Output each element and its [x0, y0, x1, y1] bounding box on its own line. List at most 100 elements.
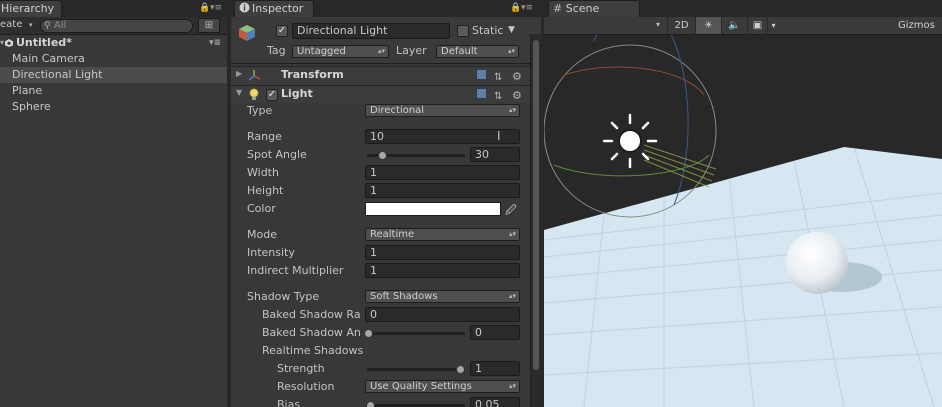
prop-label: Bias [277, 398, 301, 407]
create-dropdown[interactable]: eate [0, 19, 22, 30]
mode-dropdown[interactable]: Realtime ▴▾ [365, 228, 520, 241]
hierarchy-search-input[interactable]: ⚲ All [40, 19, 193, 33]
effects-dropdown-arrow-icon[interactable]: ▾ [767, 17, 779, 34]
scene-viewport[interactable] [544, 0, 942, 407]
tag-value: Untagged [297, 46, 346, 57]
preset-sliders-icon[interactable]: ⇅ [494, 73, 505, 84]
hierarchy-toolbar: eate ▾ ⚲ All ⊞ [0, 17, 227, 35]
scene-panel: # Scene ▾ 2D ☀ 🔈 ▣ ▾ Gizmos [544, 0, 942, 407]
prop-bias: Bias 0.05 [231, 396, 541, 407]
scene-audio-icon[interactable]: 🔈 [721, 17, 747, 34]
strength-slider-track[interactable] [367, 368, 465, 371]
prop-label: Intensity [247, 246, 295, 259]
layer-label: Layer [396, 44, 427, 57]
inspector-panel: Inspector 🔒 ▾≡ ✓ Directional Light Stati… [231, 0, 541, 407]
prop-label: Baked Shadow Ra [262, 308, 361, 321]
layer-value: Default [441, 46, 478, 57]
tag-label: Tag [267, 44, 286, 57]
toggle-2d-button[interactable]: 2D [667, 17, 695, 34]
scene-lighting-sun-icon[interactable]: ☀ [695, 17, 721, 34]
prop-shadow-type: Shadow Type Soft Shadows ▴▾ [231, 288, 541, 306]
color-swatch[interactable] [365, 202, 501, 216]
prop-indirect-multiplier: Indirect Multiplier 1 [231, 262, 541, 280]
bias-slider-handle[interactable] [366, 401, 375, 407]
static-checkbox[interactable] [457, 25, 469, 37]
prop-label: Range [247, 130, 282, 143]
ground-plane [544, 147, 942, 407]
gear-icon[interactable]: ⚙ [512, 90, 523, 102]
active-checkbox[interactable]: ✓ [276, 25, 288, 37]
prop-intensity: Intensity 1 [231, 244, 541, 262]
sun-icon [602, 113, 658, 169]
prop-label: Indirect Multiplier [247, 264, 344, 277]
baked-shadow-angle-slider-handle[interactable] [364, 329, 373, 338]
light-label: Light [281, 87, 313, 100]
fold-arrow-icon[interactable]: ▶ [236, 69, 242, 78]
eyedropper-icon[interactable]: 🖉 [505, 202, 517, 221]
dropdown-arrows-icon: ▴▾ [377, 47, 385, 55]
scrollbar-thumb[interactable] [533, 40, 539, 370]
prop-height: Height 1 [231, 182, 541, 200]
help-book-icon[interactable] [476, 69, 487, 80]
fold-arrow-icon[interactable]: ▼ [236, 88, 242, 97]
hierarchy-item-directional-light[interactable]: Directional Light [0, 67, 227, 83]
inspector-tabstrip: Inspector 🔒 ▾≡ [231, 0, 541, 17]
scene-fold-arrow-icon[interactable]: ▾ [0, 35, 4, 51]
static-dropdown-arrow-icon[interactable]: ▼ [508, 25, 515, 35]
layer-dropdown[interactable]: Default ▴▾ [436, 45, 519, 58]
prop-label: Resolution [277, 380, 335, 393]
prop-width: Width 1 [231, 164, 541, 182]
bias-field[interactable]: 0.05 [470, 397, 520, 407]
transform-axes-icon [248, 70, 261, 81]
help-book-icon[interactable] [476, 88, 487, 99]
spot-angle-field[interactable]: 30 [470, 147, 520, 162]
panel-menu-icon[interactable]: ▾≡ [521, 3, 533, 13]
scene-name: Untitled* [16, 36, 72, 49]
light-component-header[interactable]: ▼ ✓ Light ⇅ ⚙ [231, 85, 541, 103]
strength-field[interactable]: 1 [470, 361, 520, 376]
prop-strength: Strength 1 [231, 360, 541, 378]
inspector-tab-label: Inspector [252, 2, 304, 15]
object-header: ✓ Directional Light Static ▼ Tag Untagge… [231, 17, 541, 64]
dropdown-arrows-icon: ▴▾ [508, 230, 516, 238]
gizmos-dropdown[interactable]: Gizmos [894, 17, 942, 34]
type-dropdown[interactable]: Directional ▴▾ [365, 104, 520, 117]
scene-effects-icon[interactable]: ▣ [747, 17, 767, 34]
hierarchy-item-label: Directional Light [12, 68, 103, 81]
shading-mode-arrow-icon[interactable]: ▾ [656, 20, 660, 29]
intensity-field[interactable]: 1 [365, 245, 520, 260]
indirect-multiplier-field[interactable]: 1 [365, 263, 520, 278]
gear-icon[interactable]: ⚙ [512, 71, 523, 83]
shadow-type-dropdown[interactable]: Soft Shadows ▴▾ [365, 290, 520, 303]
baked-shadow-angle-slider-track[interactable] [367, 332, 465, 335]
transform-component-header[interactable]: ▶ Transform ⇅ ⚙ [231, 66, 541, 84]
scene-filter-icon[interactable]: ⊞ [198, 18, 220, 33]
hierarchy-item-sphere[interactable]: Sphere [0, 99, 227, 115]
tab-hierarchy[interactable]: Hierarchy [0, 0, 62, 17]
tag-dropdown[interactable]: Untagged ▴▾ [292, 45, 389, 58]
search-icon: ⚲ [44, 21, 51, 31]
prop-label: Width [247, 166, 279, 179]
inspector-scrollbar[interactable] [530, 34, 541, 407]
create-dropdown-arrow-icon[interactable]: ▾ [29, 21, 33, 29]
baked-shadow-angle-field[interactable]: 0 [470, 325, 520, 340]
scene-row[interactable]: ▾ Untitled* ▾≡ [0, 35, 227, 51]
baked-shadow-radius-field[interactable]: 0 [365, 307, 520, 322]
object-name-field[interactable]: Directional Light [292, 23, 450, 39]
width-field[interactable]: 1 [365, 165, 520, 180]
panel-menu-icon[interactable]: ▾≡ [210, 3, 222, 13]
tab-inspector[interactable]: Inspector [234, 0, 314, 17]
hierarchy-item-main-camera[interactable]: Main Camera [0, 51, 227, 67]
resolution-dropdown[interactable]: Use Quality Settings ▴▾ [365, 380, 520, 393]
mode-value: Realtime [370, 229, 415, 240]
spot-angle-slider-handle[interactable] [378, 151, 387, 160]
transform-label: Transform [281, 68, 344, 81]
tab-scene[interactable]: # Scene [548, 0, 640, 17]
scene-menu-icon[interactable]: ▾≡ [209, 35, 221, 51]
height-field[interactable]: 1 [365, 183, 520, 198]
lock-icon[interactable]: 🔒 [199, 3, 210, 13]
light-enabled-checkbox[interactable]: ✓ [266, 89, 278, 101]
lock-icon[interactable]: 🔒 [510, 3, 521, 13]
strength-slider-handle[interactable] [456, 365, 465, 374]
hierarchy-item-plane[interactable]: Plane [0, 83, 227, 99]
